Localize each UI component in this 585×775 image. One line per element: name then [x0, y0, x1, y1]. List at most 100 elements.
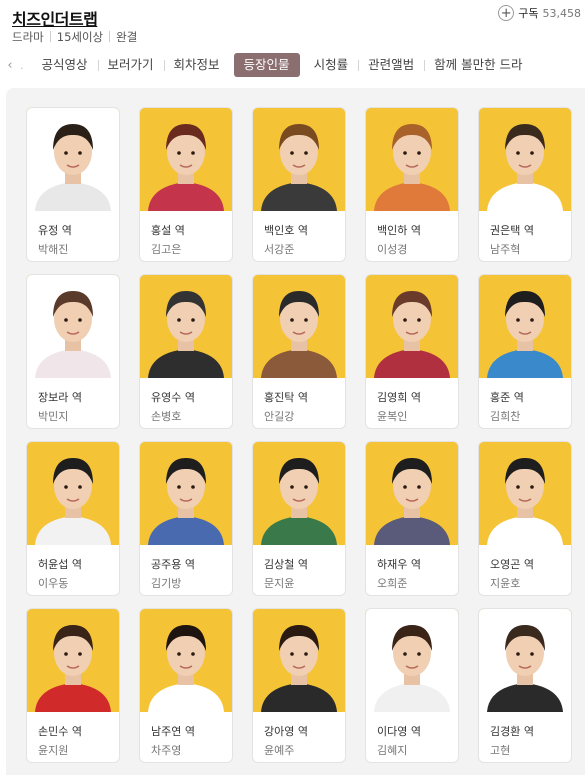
cast-role: 이다영 역 [377, 725, 421, 738]
cast-photo[interactable] [253, 442, 345, 545]
cast-card[interactable]: 김경환 역고현 [478, 608, 572, 763]
cast-photo[interactable] [366, 108, 458, 211]
tab-official-video[interactable]: 공식영상 [32, 53, 98, 77]
subscribe-label: 구독 [518, 7, 539, 20]
cast-role: 하재우 역 [377, 558, 421, 571]
cast-card[interactable]: 유영수 역손병호 [139, 274, 233, 429]
cast-photo[interactable] [140, 442, 232, 545]
cast-card[interactable]: 홍준 역김희찬 [478, 274, 572, 429]
cast-card[interactable]: 허윤섭 역이우동 [26, 441, 120, 596]
cast-role: 장보라 역 [38, 391, 82, 404]
cast-role: 홍설 역 [151, 224, 185, 237]
cast-role: 손민수 역 [38, 725, 82, 738]
cast-card[interactable]: 김상철 역문지윤 [252, 441, 346, 596]
tab-episodes[interactable]: 회차정보 [163, 53, 230, 77]
cast-actor[interactable]: 김기방 [151, 575, 181, 591]
cast-actor[interactable]: 이성경 [377, 241, 407, 257]
cast-role: 홍준 역 [490, 391, 524, 404]
cast-actor[interactable]: 윤지원 [38, 742, 68, 758]
cast-role: 남주연 역 [151, 725, 195, 738]
cast-role: 강아영 역 [264, 725, 308, 738]
meta-status: 완결 [116, 30, 138, 44]
cast-photo[interactable] [366, 609, 458, 712]
subscribe-count: 53,458 [542, 6, 582, 20]
cast-card[interactable]: 김영희 역윤복인 [365, 274, 459, 429]
cast-card[interactable]: 권은택 역남주혁 [478, 107, 572, 262]
cast-role: 김경환 역 [490, 725, 534, 738]
meta-rating: 15세이상 [56, 30, 104, 44]
cast-actor[interactable]: 지윤호 [490, 575, 520, 591]
cast-role: 유정 역 [38, 224, 72, 237]
cast-photo[interactable] [27, 609, 119, 712]
cast-photo[interactable] [479, 442, 571, 545]
cast-card[interactable]: 장보라 역박민지 [26, 274, 120, 429]
cast-actor[interactable]: 문지윤 [264, 575, 294, 591]
cast-actor[interactable]: 서강준 [264, 241, 294, 257]
cast-actor[interactable]: 윤복인 [377, 408, 407, 424]
cast-actor[interactable]: 김혜지 [377, 742, 407, 758]
tab-related-shows[interactable]: 함께 볼만한 드라 [424, 53, 532, 77]
cast-card[interactable]: 유정 역박해진 [26, 107, 120, 262]
tab-watch[interactable]: 보러가기 [97, 53, 164, 77]
cast-role: 백인하 역 [377, 224, 421, 237]
cast-card[interactable]: 백인하 역이성경 [365, 107, 459, 262]
tab-albums[interactable]: 관련앨범 [358, 53, 424, 77]
cast-actor[interactable]: 안길강 [264, 408, 294, 424]
cast-actor[interactable]: 차주영 [151, 742, 181, 758]
cast-role: 김상철 역 [264, 558, 308, 571]
tab-ratings[interactable]: 시청률 [304, 53, 359, 77]
cast-photo[interactable] [27, 442, 119, 545]
cast-card[interactable]: 강아영 역윤예주 [252, 608, 346, 763]
page-title[interactable]: 치즈인더트랩 [12, 6, 98, 30]
cast-photo[interactable] [253, 275, 345, 378]
cast-actor[interactable]: 손병호 [151, 408, 181, 424]
cast-actor[interactable]: 박해진 [38, 241, 68, 257]
cast-role: 공주용 역 [151, 558, 195, 571]
cast-photo[interactable] [479, 108, 571, 211]
cast-card[interactable]: 홍진탁 역안길강 [252, 274, 346, 429]
cast-photo[interactable] [140, 108, 232, 211]
cast-photo[interactable] [27, 275, 119, 378]
cast-card[interactable]: 공주용 역김기방 [139, 441, 233, 596]
subscribe-button[interactable]: + 구독 53,458 [498, 4, 581, 22]
cast-photo[interactable] [366, 275, 458, 378]
cast-actor[interactable]: 김희찬 [490, 408, 520, 424]
cast-role: 허윤섭 역 [38, 558, 82, 571]
cast-photo[interactable] [479, 609, 571, 712]
cast-role: 백인호 역 [264, 224, 308, 237]
cast-actor[interactable]: 윤예주 [264, 742, 294, 758]
cast-card[interactable]: 손민수 역윤지원 [26, 608, 120, 763]
cast-card[interactable]: 백인호 역서강준 [252, 107, 346, 262]
cast-role: 홍진탁 역 [264, 391, 308, 404]
header: 치즈인더트랩 드라마 15세이상 완결 + 구독 53,458 [0, 0, 585, 48]
cast-card[interactable]: 이다영 역김혜지 [365, 608, 459, 763]
cast-role: 유영수 역 [151, 391, 195, 404]
cast-actor[interactable]: 이우동 [38, 575, 68, 591]
cast-actor[interactable]: 김고은 [151, 241, 181, 257]
chevron-left-icon[interactable]: ‹ [0, 58, 20, 73]
cast-actor[interactable]: 박민지 [38, 408, 68, 424]
tab-bar: ‹ . 공식영상 보러가기 회차정보 등장인물 시청률 관련앨범 함께 볼만한 … [0, 52, 585, 78]
plus-icon: + [498, 5, 515, 21]
cast-photo[interactable] [27, 108, 119, 211]
cast-photo[interactable] [253, 609, 345, 712]
tab-cast[interactable]: 등장인물 [233, 53, 300, 77]
meta-info: 드라마 15세이상 완결 [12, 29, 137, 45]
cast-actor[interactable]: 남주혁 [490, 241, 520, 257]
cast-panel: 유정 역 박해진 홍설 역 김고은 백인호 역 서강준 백인하 역 이성경 권은택 역 남주혁 장보… [6, 88, 585, 775]
cast-photo[interactable] [140, 275, 232, 378]
cast-role: 권은택 역 [490, 224, 534, 237]
cast-photo[interactable] [479, 275, 571, 378]
cast-card[interactable]: 남주연 역차주영 [139, 608, 233, 763]
cast-photo[interactable] [253, 108, 345, 211]
meta-divider [109, 31, 111, 42]
cast-actor[interactable]: 오희준 [377, 575, 407, 591]
meta-divider [49, 31, 51, 42]
cast-photo[interactable] [366, 442, 458, 545]
cast-photo[interactable] [140, 609, 232, 712]
cast-card[interactable]: 하재우 역오희준 [365, 441, 459, 596]
cast-card[interactable]: 홍설 역김고은 [139, 107, 233, 262]
cast-card[interactable]: 오영곤 역 지윤호 [478, 441, 572, 596]
cast-role: 김영희 역 [377, 391, 421, 404]
cast-actor[interactable]: 고현 [490, 742, 510, 758]
